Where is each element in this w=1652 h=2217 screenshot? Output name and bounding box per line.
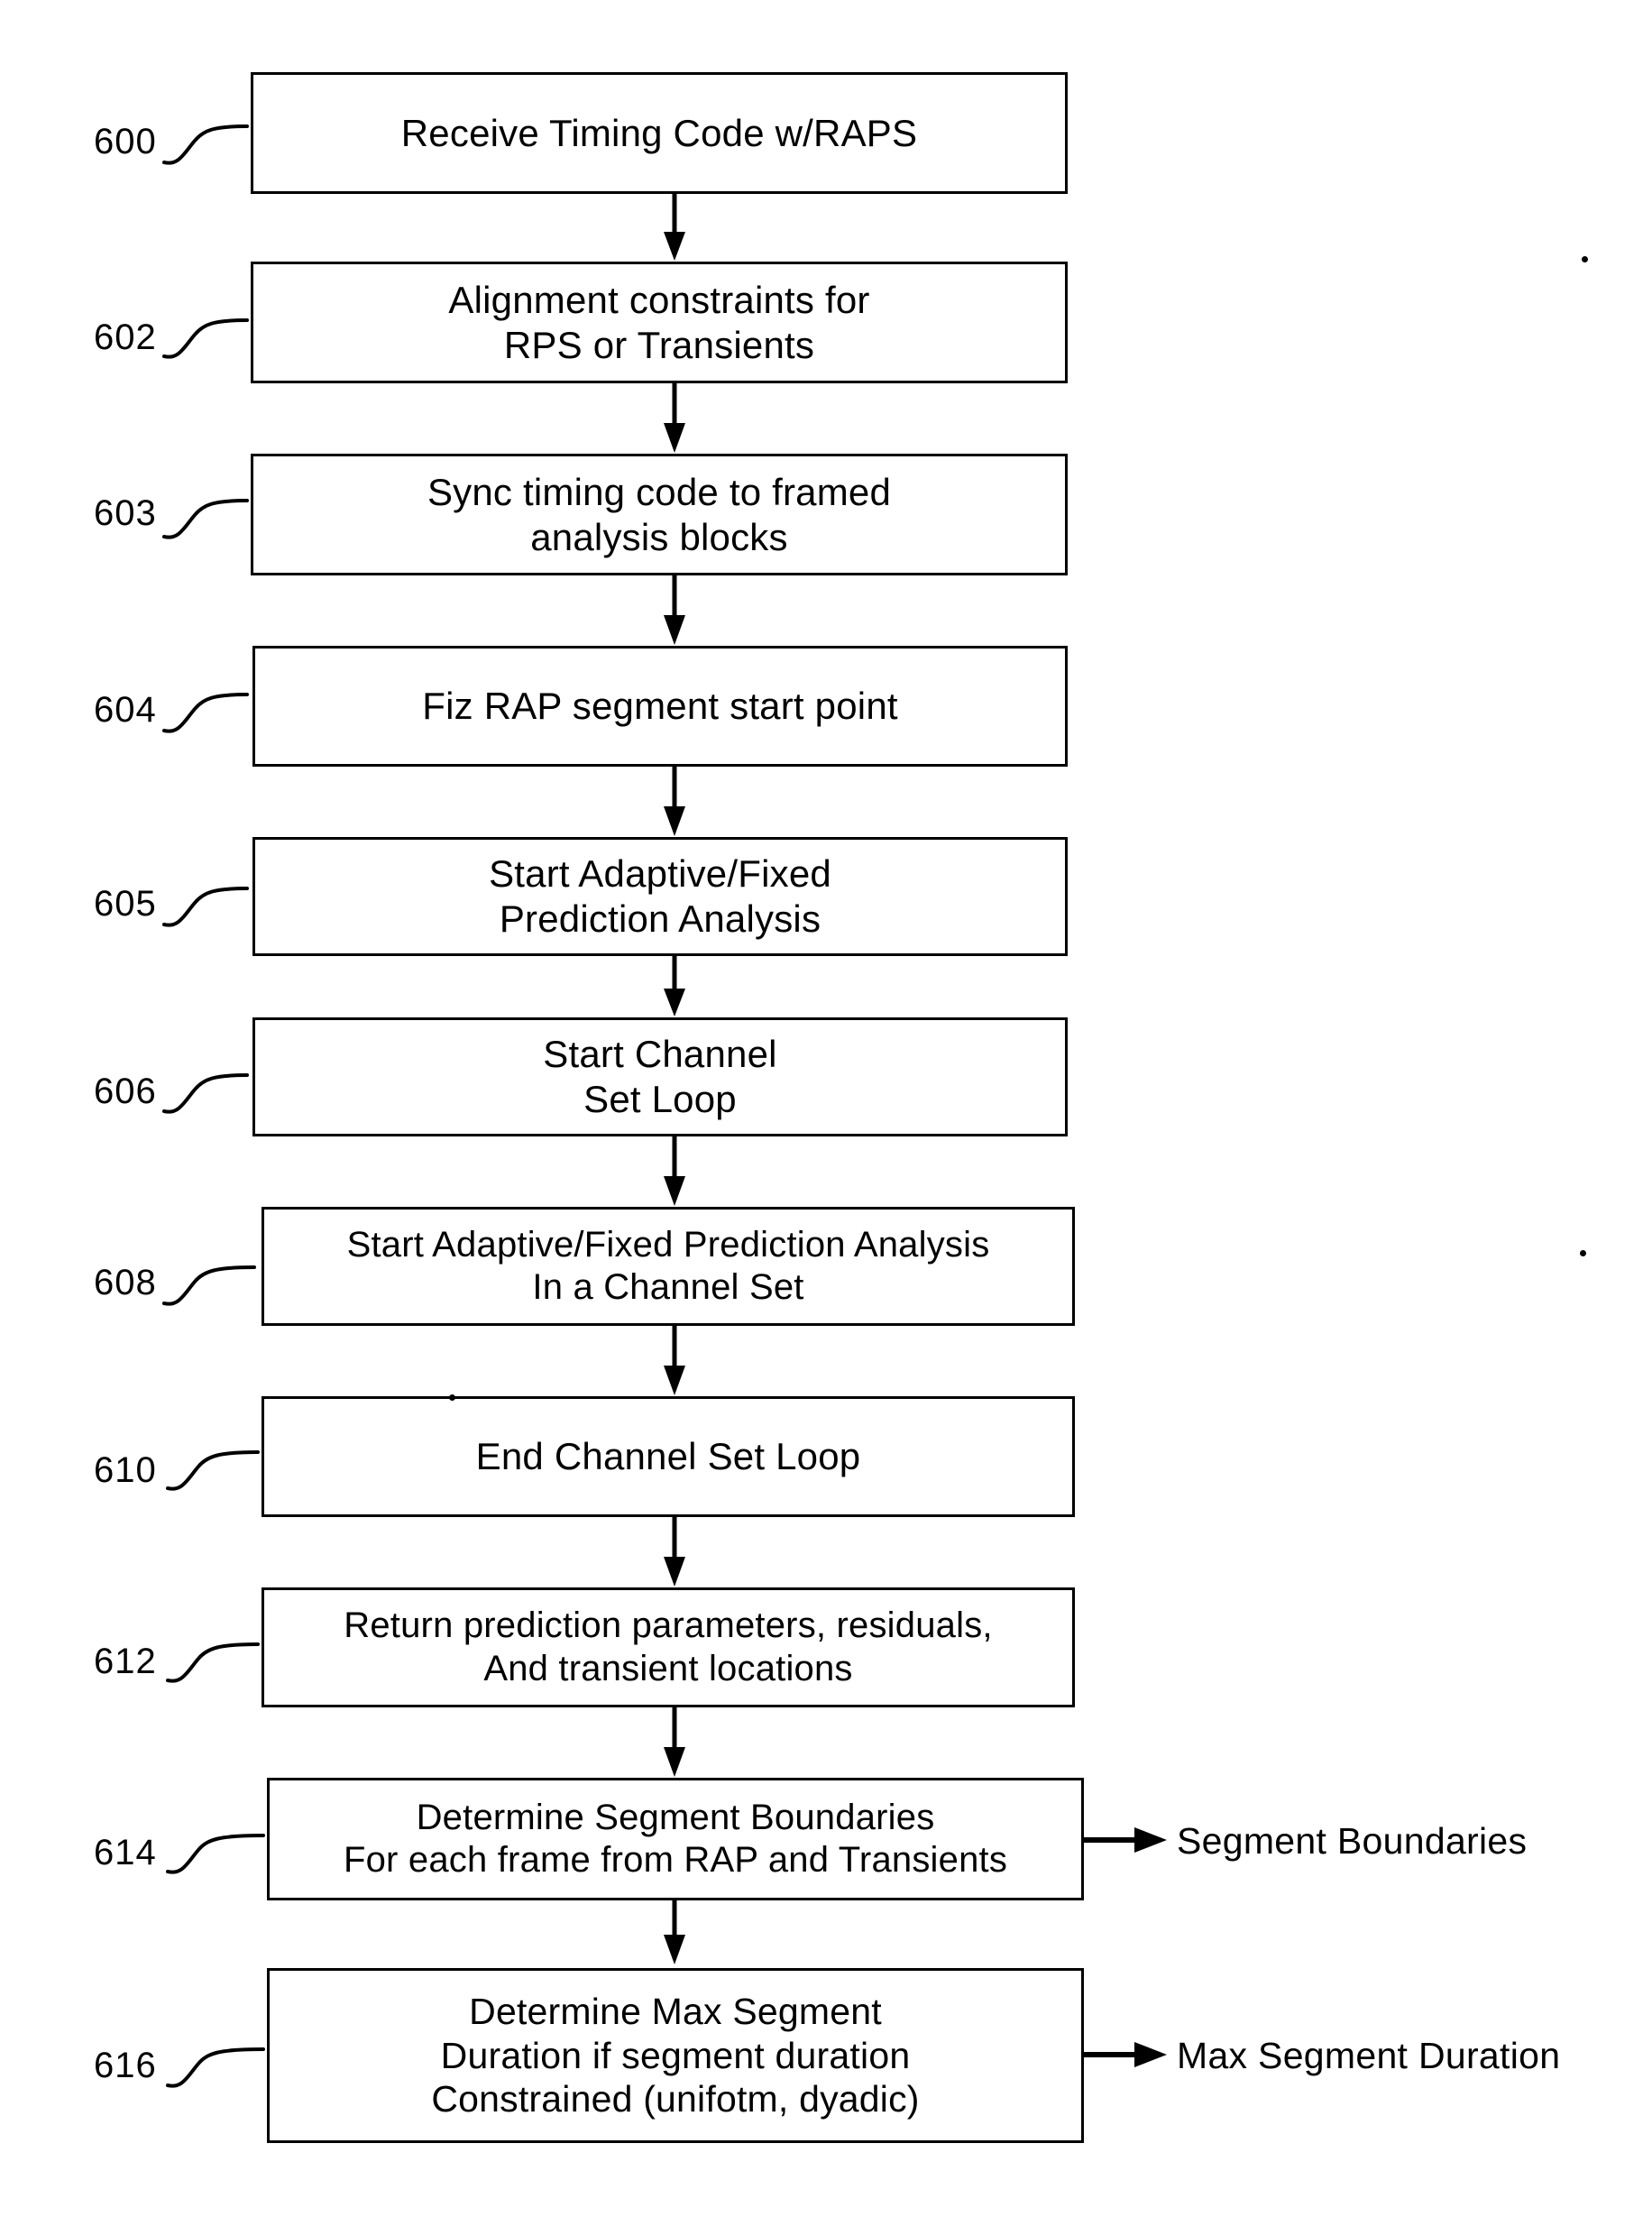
- leader-line-604: [162, 693, 249, 733]
- connector-610-612: [664, 1517, 685, 1587]
- flow-node-614-label: Determine Segment Boundaries For each fr…: [343, 1797, 1008, 1880]
- connector-600-602: [664, 194, 685, 261]
- leader-line-606: [162, 1073, 249, 1114]
- connector-608-610: [664, 1326, 685, 1395]
- reference-numeral-608: 608: [94, 1263, 157, 1302]
- flow-node-608-label: Start Adaptive/Fixed Prediction Analysis…: [346, 1224, 990, 1307]
- connector-603-604: [664, 575, 685, 645]
- connector-606-608: [664, 1136, 685, 1206]
- flow-node-603: Sync timing code to framed analysis bloc…: [251, 454, 1068, 575]
- output-arrow-614: [1084, 1827, 1167, 1853]
- flow-node-606: Start Channel Set Loop: [252, 1017, 1068, 1136]
- leader-line-610: [166, 1450, 260, 1491]
- scan-speck: [449, 1394, 455, 1401]
- reference-numeral-605: 605: [94, 884, 157, 924]
- connector-604-605: [664, 767, 685, 836]
- scan-speck: [1582, 256, 1588, 262]
- flow-node-616: Determine Max Segment Duration if segmen…: [267, 1968, 1084, 2143]
- flow-node-606-label: Start Channel Set Loop: [543, 1033, 777, 1120]
- flow-node-614: Determine Segment Boundaries For each fr…: [267, 1778, 1084, 1900]
- flow-node-604: Fiz RAP segment start point: [252, 646, 1068, 767]
- reference-numeral-602: 602: [94, 317, 157, 357]
- leader-line-600: [162, 124, 249, 165]
- flow-node-600: Receive Timing Code w/RAPS: [251, 72, 1068, 194]
- reference-numeral-606: 606: [94, 1072, 157, 1111]
- leader-line-602: [162, 318, 249, 359]
- leader-line-614: [166, 1834, 265, 1874]
- flow-node-612-label: Return prediction parameters, residuals,…: [344, 1605, 993, 1688]
- flow-node-602-label: Alignment constraints for RPS or Transie…: [448, 278, 870, 366]
- output-label-segment-boundaries: Segment Boundaries: [1177, 1820, 1528, 1862]
- flow-node-610: End Channel Set Loop: [262, 1396, 1075, 1517]
- leader-line-603: [162, 499, 249, 539]
- reference-numeral-603: 603: [94, 493, 157, 533]
- scan-speck: [1580, 1250, 1586, 1256]
- leader-line-616: [166, 2047, 265, 2088]
- output-label-max-segment-duration: Max Segment Duration: [1177, 2035, 1561, 2076]
- flow-node-600-label: Receive Timing Code w/RAPS: [400, 111, 918, 154]
- flow-node-602: Alignment constraints for RPS or Transie…: [251, 262, 1068, 383]
- reference-numeral-616: 616: [94, 2046, 157, 2085]
- flow-node-603-label: Sync timing code to framed analysis bloc…: [427, 470, 892, 558]
- reference-numeral-610: 610: [94, 1450, 157, 1490]
- flow-node-605: Start Adaptive/Fixed Prediction Analysis: [252, 837, 1068, 956]
- flow-node-604-label: Fiz RAP segment start point: [422, 685, 898, 728]
- connector-602-603: [664, 383, 685, 453]
- leader-line-608: [162, 1265, 256, 1306]
- leader-line-605: [162, 887, 249, 927]
- leader-line-612: [166, 1642, 260, 1683]
- flow-node-608: Start Adaptive/Fixed Prediction Analysis…: [262, 1207, 1075, 1326]
- connector-612-614: [664, 1707, 685, 1777]
- flow-node-612: Return prediction parameters, residuals,…: [262, 1587, 1075, 1707]
- reference-numeral-604: 604: [94, 690, 157, 730]
- flow-node-605-label: Start Adaptive/Fixed Prediction Analysis: [489, 852, 831, 940]
- reference-numeral-612: 612: [94, 1642, 157, 1681]
- connector-605-606: [664, 956, 685, 1017]
- output-arrow-616: [1084, 2042, 1167, 2067]
- reference-numeral-600: 600: [94, 122, 157, 161]
- figure-canvas: Receive Timing Code w/RAPS 600 Alignment…: [0, 0, 1652, 2217]
- reference-numeral-614: 614: [94, 1833, 157, 1872]
- flow-node-616-label: Determine Max Segment Duration if segmen…: [431, 1991, 920, 2120]
- connector-614-616: [664, 1900, 685, 1964]
- flow-node-610-label: End Channel Set Loop: [475, 1435, 861, 1478]
